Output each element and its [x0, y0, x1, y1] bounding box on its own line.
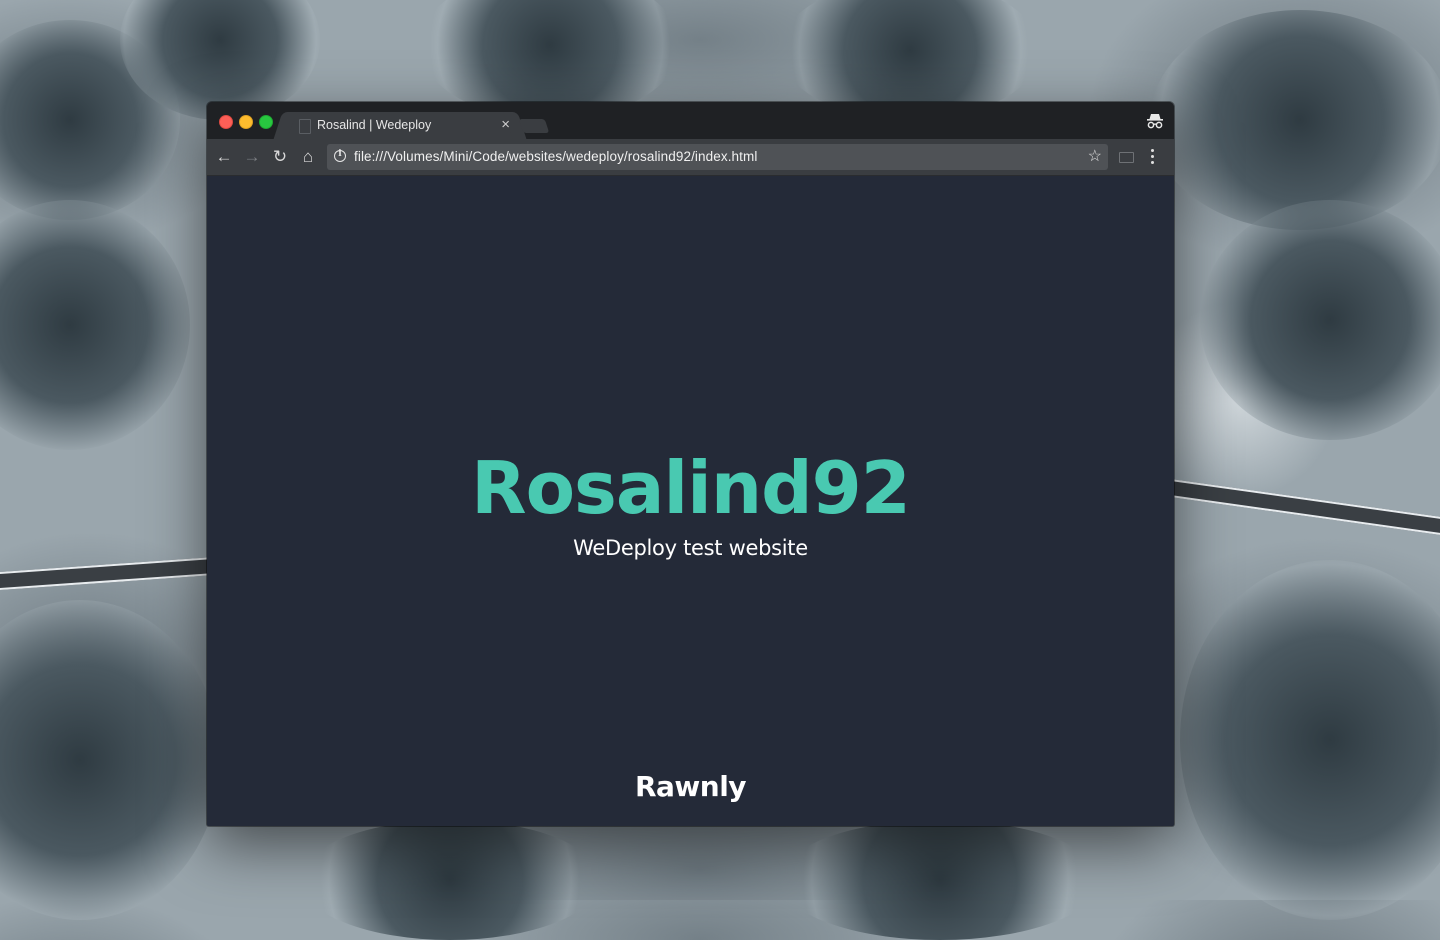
page-favicon-icon — [299, 119, 311, 134]
back-button[interactable]: ← — [215, 148, 233, 166]
cast-icon[interactable] — [1119, 152, 1134, 163]
star-icon[interactable]: ☆ — [1088, 147, 1102, 167]
browser-window: Rosalind | Wedeploy × ← → ↻ ⌂ file:///Vo… — [207, 102, 1174, 826]
page-content: Rosalind92 WeDeploy test website Rawnly — [207, 176, 1174, 826]
tab-title: Rosalind | Wedeploy — [317, 118, 432, 132]
close-window-icon[interactable] — [219, 115, 233, 129]
info-icon[interactable] — [334, 149, 346, 162]
footer-brand: Rawnly — [634, 770, 747, 803]
reload-button[interactable]: ↻ — [271, 148, 289, 166]
tab-rosalind[interactable]: Rosalind | Wedeploy × — [285, 112, 515, 139]
minimize-window-icon[interactable] — [239, 115, 253, 129]
new-tab-button[interactable] — [518, 119, 550, 133]
browser-titlebar: Rosalind | Wedeploy × — [207, 102, 1174, 139]
tab-close-button[interactable]: × — [501, 115, 510, 135]
browser-toolbar: ← → ↻ ⌂ file:///Volumes/Mini/Code/websit… — [207, 139, 1174, 176]
page-subtitle: WeDeploy test website — [573, 536, 808, 560]
address-bar[interactable]: file:///Volumes/Mini/Code/websites/wedep… — [327, 144, 1108, 170]
page-title: Rosalind92 — [471, 446, 911, 530]
incognito-icon[interactable] — [1146, 112, 1164, 130]
maximize-window-icon[interactable] — [259, 115, 273, 129]
menu-icon[interactable] — [1151, 149, 1155, 165]
home-button[interactable]: ⌂ — [299, 148, 317, 166]
url-text[interactable]: file:///Volumes/Mini/Code/websites/wedep… — [354, 149, 757, 164]
forward-button[interactable]: → — [243, 148, 261, 166]
